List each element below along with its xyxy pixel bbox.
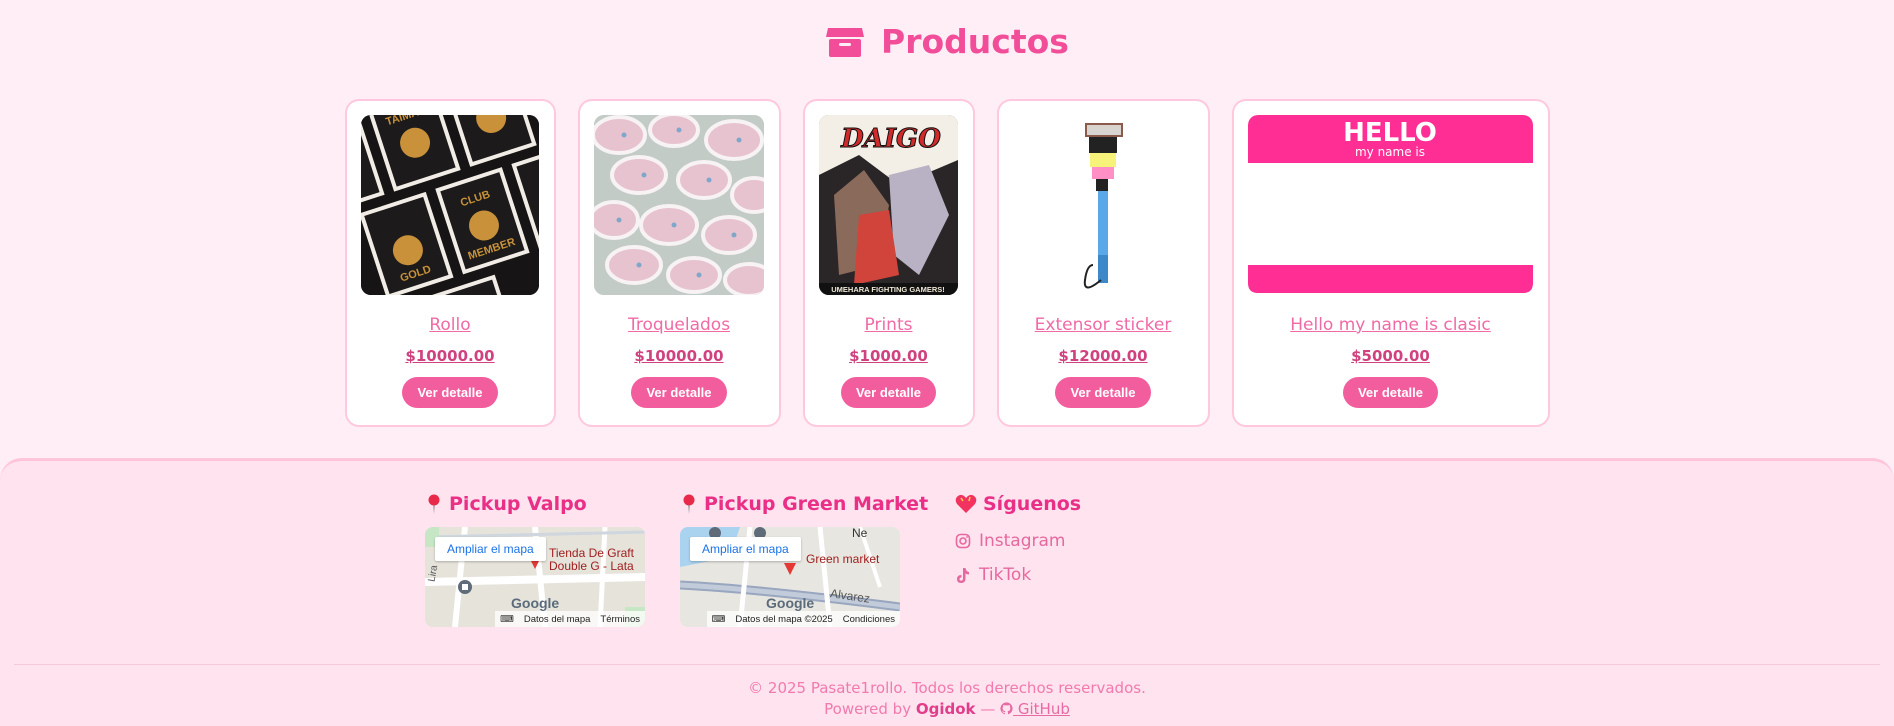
view-detail-button[interactable]: Ver detalle [1342, 377, 1439, 408]
keyboard-icon[interactable]: ⌨ [500, 614, 514, 625]
svg-text:my name is: my name is [1355, 145, 1425, 159]
product-name-link[interactable]: Extensor sticker [1035, 315, 1172, 335]
instagram-link[interactable]: Instagram [955, 531, 1081, 551]
map-valpo[interactable]: Tienda De Graft Double G - Lata Lira Amp… [425, 527, 645, 627]
pin-icon [683, 494, 695, 514]
product-card: TAIMAO CLUB GOLD MEMBER Rollo $10000.00 … [344, 99, 556, 427]
github-icon [1000, 702, 1013, 715]
view-detail-button[interactable]: Ver detalle [402, 377, 498, 408]
map-ne-label: Ne [852, 527, 868, 540]
svg-text:UMEHARA FIGHTING GAMERS!: UMEHARA FIGHTING GAMERS! [831, 285, 944, 294]
tiktok-label[interactable]: TikTok [979, 565, 1031, 585]
footer-divider [14, 664, 1880, 665]
copyright-text: © 2025 Pasate1rollo. Todos los derechos … [748, 679, 1146, 697]
site-footer: Pickup Valpo Tienda De Graft Double G - … [0, 458, 1894, 726]
view-detail-button[interactable]: Ver detalle [631, 377, 727, 408]
social-section: Síguenos Instagram TikTok [955, 493, 1081, 585]
box-icon [826, 27, 865, 57]
product-price[interactable]: $10000.00 [634, 347, 723, 365]
product-card: HELLO my name is Hello my name is clasic… [1231, 99, 1550, 427]
product-price[interactable]: $10000.00 [405, 347, 494, 365]
product-card: DAIGO UMEHARA FIGHTING GAMERS! Prints $1… [802, 99, 975, 427]
product-name-link[interactable]: Troquelados [628, 315, 730, 335]
view-detail-button[interactable]: Ver detalle [840, 377, 937, 408]
map-attribution: ⌨ Datos del mapa Términos [495, 611, 645, 627]
social-title: Síguenos [983, 493, 1082, 515]
product-name-link[interactable]: Rollo [429, 315, 470, 335]
google-logo: Google [766, 595, 815, 611]
social-heading: Síguenos [955, 493, 1081, 515]
product-card: Extensor sticker $12000.00 Ver detalle [996, 99, 1210, 427]
google-logo: Google [511, 595, 560, 611]
product-image-rollo[interactable]: TAIMAO CLUB GOLD MEMBER [361, 115, 539, 295]
pickup-green-heading: Pickup Green Market [680, 493, 928, 515]
pickup-green-section: Pickup Green Market Green market Ne Alva… [680, 493, 928, 627]
map-place-label: Tienda De Graft Double G - Lata [549, 546, 634, 573]
svg-text:DAIGO: DAIGO [840, 124, 941, 154]
heart-icon [955, 494, 977, 513]
product-price[interactable]: $12000.00 [1058, 347, 1147, 365]
product-grid: TAIMAO CLUB GOLD MEMBER Rollo $10000.00 … [0, 99, 1894, 427]
map-green-market[interactable]: Green market Ne Alvarez Ampliar el mapa … [680, 527, 900, 627]
page-title: Productos [881, 22, 1069, 61]
pickup-green-title: Pickup Green Market [704, 493, 929, 515]
product-price[interactable]: $1000.00 [849, 347, 928, 365]
tiktok-link[interactable]: TikTok [955, 565, 1081, 585]
github-link[interactable]: GitHub [1000, 700, 1070, 718]
enlarge-map-link[interactable]: Ampliar el mapa [690, 537, 801, 561]
product-image-extensor[interactable] [1013, 115, 1193, 295]
product-name-link[interactable]: Hello my name is clasic [1290, 315, 1491, 335]
svg-text:HELLO: HELLO [1343, 118, 1437, 148]
instagram-icon [955, 533, 971, 549]
products-heading: Productos [0, 22, 1894, 61]
view-detail-button[interactable]: Ver detalle [1055, 377, 1151, 408]
product-card: Troquelados $10000.00 Ver detalle [577, 99, 781, 427]
pickup-valpo-section: Pickup Valpo Tienda De Graft Double G - … [425, 493, 645, 627]
powered-by: Powered by Ogidok — GitHub [824, 700, 1070, 718]
pickup-valpo-title: Pickup Valpo [449, 493, 587, 515]
pickup-valpo-heading: Pickup Valpo [425, 493, 645, 515]
keyboard-icon[interactable]: ⌨ [712, 614, 726, 625]
product-price[interactable]: $5000.00 [1351, 347, 1430, 365]
powered-brand[interactable]: Ogidok [916, 700, 976, 718]
map-attribution: ⌨ Datos del mapa ©2025 Condiciones [706, 611, 900, 627]
map-place-label: Green market [806, 552, 880, 566]
instagram-label[interactable]: Instagram [979, 531, 1066, 551]
product-image-prints[interactable]: DAIGO UMEHARA FIGHTING GAMERS! [819, 115, 958, 295]
enlarge-map-link[interactable]: Ampliar el mapa [435, 537, 546, 561]
pin-icon [428, 494, 440, 514]
tiktok-icon [957, 567, 969, 583]
product-name-link[interactable]: Prints [865, 315, 913, 335]
product-image-troquelados[interactable] [594, 115, 764, 295]
product-image-hello[interactable]: HELLO my name is [1248, 115, 1533, 295]
